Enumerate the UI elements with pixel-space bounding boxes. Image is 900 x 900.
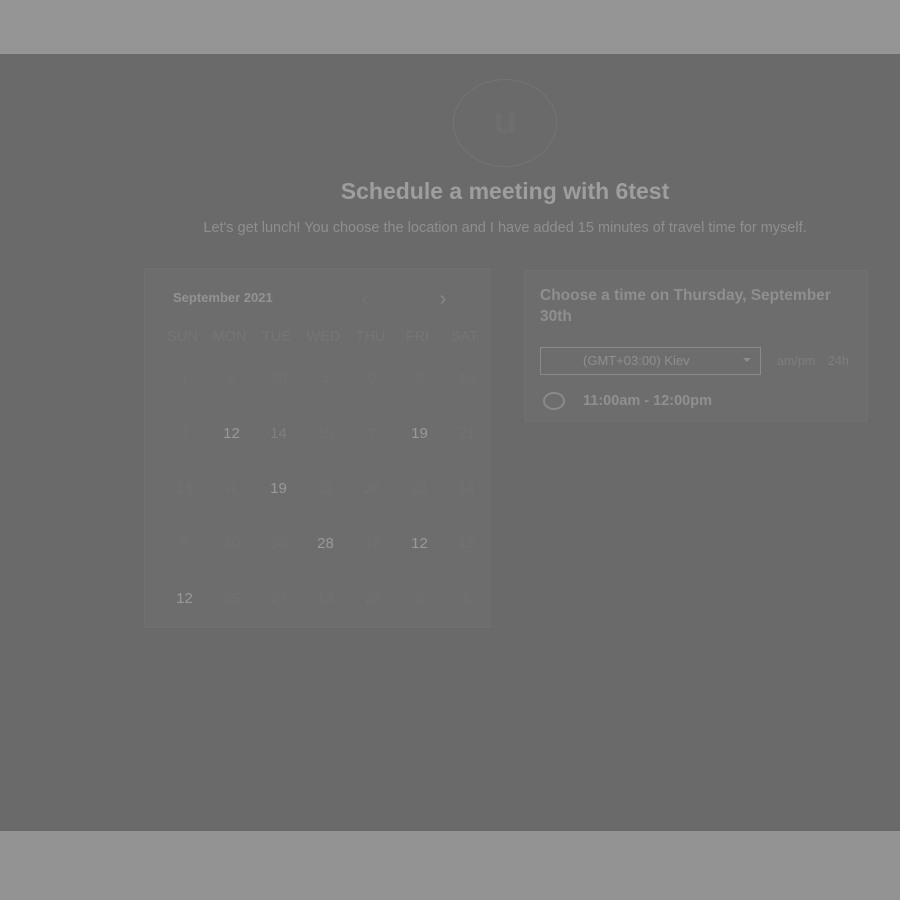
- month-label: September 2021: [173, 290, 273, 305]
- weekday-header: SUN MON TUE WED THU FRI SAT: [159, 329, 487, 345]
- day-cell[interactable]: 1: [161, 364, 208, 394]
- day-cell[interactable]: 15: [443, 529, 490, 559]
- day-cell[interactable]: 7: [161, 419, 208, 449]
- radio-icon: [543, 392, 565, 410]
- timezone-select[interactable]: (GMT+03:00) Kiev: [540, 347, 761, 375]
- day-cell[interactable]: 23: [349, 584, 396, 614]
- day-cell[interactable]: 4: [208, 474, 255, 504]
- weekday-thu: THU: [355, 329, 386, 345]
- day-cell[interactable]: 19: [255, 474, 302, 504]
- day-cell[interactable]: 2: [208, 364, 255, 394]
- previous-month-button[interactable]: ‹: [353, 287, 377, 311]
- day-cell[interactable]: 12: [396, 529, 443, 559]
- calendar: September 2021 ‹ › SUN MON TUE WED THU F…: [144, 268, 490, 628]
- top-frame-strip: [0, 0, 900, 54]
- day-cell[interactable]: 1: [302, 364, 349, 394]
- day-grid: 1 2 30 1 2 3 10 7 12 14 15 7 19 21 13 4 …: [161, 369, 489, 614]
- timezone-value: (GMT+03:00) Kiev: [583, 353, 690, 368]
- day-cell[interactable]: 27: [255, 584, 302, 614]
- day-cell[interactable]: 9: [161, 529, 208, 559]
- day-cell[interactable]: 21: [443, 419, 490, 449]
- day-cell[interactable]: 14: [255, 419, 302, 449]
- day-cell[interactable]: 14: [443, 474, 490, 504]
- day-cell[interactable]: 15: [349, 529, 396, 559]
- day-cell[interactable]: 13: [161, 474, 208, 504]
- day-cell[interactable]: 2: [349, 364, 396, 394]
- day-cell[interactable]: 11: [302, 474, 349, 504]
- avatar-initial: u: [493, 99, 517, 142]
- weekday-fri: FRI: [405, 329, 430, 345]
- time-picker-heading: Choose a time on Thursday, September 30t…: [540, 287, 831, 325]
- day-cell[interactable]: 30: [255, 529, 302, 559]
- format-24h-toggle[interactable]: 24h: [828, 354, 849, 368]
- day-cell[interactable]: 7: [349, 419, 396, 449]
- day-cell[interactable]: 28: [302, 529, 349, 559]
- time-slot-label: 11:00am - 12:00pm: [583, 393, 712, 409]
- weekday-wed: WED: [306, 329, 341, 345]
- day-cell[interactable]: 22: [396, 474, 443, 504]
- day-cell[interactable]: 8: [396, 584, 443, 614]
- weekday-mon: MON: [212, 329, 247, 345]
- bottom-frame-strip: [0, 831, 900, 900]
- time-slot[interactable]: 11:00am - 12:00pm: [543, 391, 853, 415]
- day-cell[interactable]: 15: [302, 419, 349, 449]
- next-month-button[interactable]: ›: [431, 287, 455, 311]
- day-cell[interactable]: 10: [443, 364, 490, 394]
- caret-down-icon: [743, 358, 751, 362]
- day-cell[interactable]: 19: [396, 419, 443, 449]
- day-cell[interactable]: 1: [443, 584, 490, 614]
- weekday-tue: TUE: [262, 329, 291, 345]
- day-cell[interactable]: 12: [208, 419, 255, 449]
- day-cell[interactable]: 26: [349, 474, 396, 504]
- day-cell[interactable]: 12: [161, 584, 208, 614]
- weekday-sat: SAT: [450, 329, 479, 345]
- day-cell[interactable]: 30: [255, 364, 302, 394]
- avatar: u: [453, 79, 557, 167]
- weekday-sun: SUN: [167, 329, 198, 345]
- event-description: Let's get lunch! You choose the location…: [203, 220, 807, 236]
- day-cell[interactable]: 25: [208, 584, 255, 614]
- chevron-left-icon: ‹: [361, 287, 369, 310]
- day-cell[interactable]: 30: [208, 529, 255, 559]
- page-title: Schedule a meeting with 6test: [340, 178, 670, 204]
- chevron-right-icon: ›: [439, 287, 447, 310]
- time-picker: Choose a time on Thursday, September 30t…: [524, 270, 868, 422]
- day-cell[interactable]: 13: [302, 584, 349, 614]
- day-cell[interactable]: 3: [396, 364, 443, 394]
- format-ampm-toggle[interactable]: am/pm: [777, 354, 815, 368]
